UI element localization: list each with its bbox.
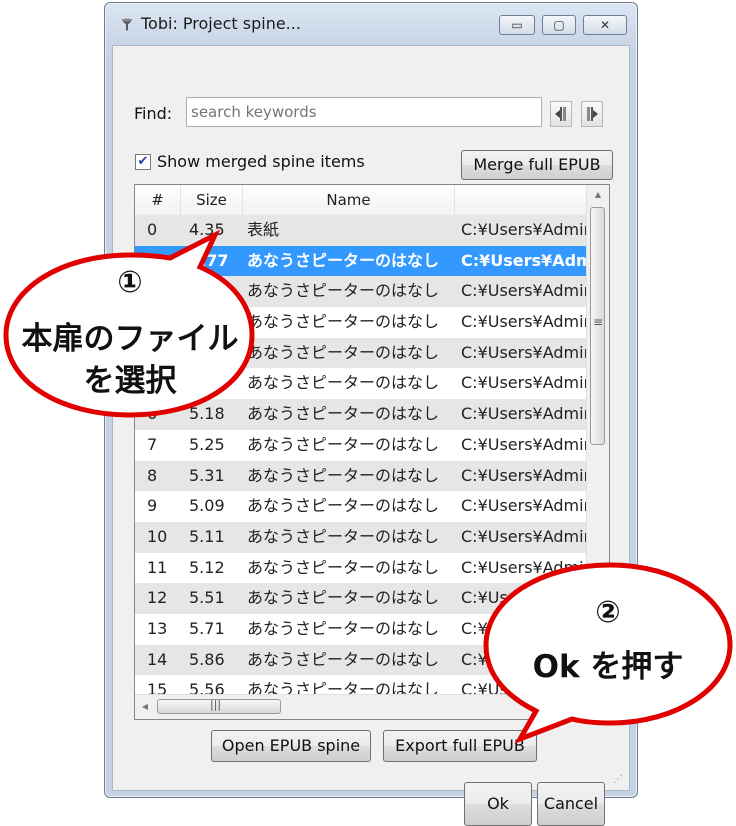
column-header-path[interactable]	[455, 185, 587, 215]
row-number: 13	[147, 618, 168, 638]
minimize-icon: ▭	[511, 18, 523, 32]
row-name: あなうさピーターのはなし	[247, 373, 440, 393]
row-number: 10	[147, 526, 168, 546]
maximize-icon: ▢	[553, 18, 565, 32]
app-icon	[122, 18, 132, 31]
step-1-line-2: を選択	[83, 363, 177, 399]
row-name: あなうさピーターのはなし	[247, 649, 440, 669]
row-name: あなうさピーターのはなし	[247, 434, 440, 454]
search-input[interactable]	[186, 97, 542, 127]
table-row[interactable]: 10 5.11 あなうさピーターのはなし C:¥Users¥Admin	[135, 521, 587, 553]
step-2-number: ②	[595, 595, 621, 630]
row-size: 5.51	[189, 588, 225, 608]
row-name: あなうさピーターのはなし	[247, 557, 440, 577]
row-path: C:¥Users¥Admin	[461, 404, 587, 424]
row-name: あなうさピーターのはなし	[247, 250, 440, 270]
row-name: あなうさピーターのはなし	[247, 618, 440, 638]
row-name: 表紙	[247, 220, 280, 239]
row-size: 5.71	[189, 618, 225, 638]
row-path: C:¥Users¥Admin	[461, 342, 587, 362]
table-row[interactable]: 8 5.31 あなうさピーターのはなし C:¥Users¥Admin	[135, 460, 587, 492]
row-size: 5.31	[189, 465, 225, 485]
row-name: あなうさピーターのはなし	[247, 281, 440, 301]
grip-icon: ≡	[593, 315, 604, 329]
scroll-left-icon[interactable]: ◀	[135, 695, 155, 719]
close-button[interactable]: ✕	[583, 15, 627, 35]
row-size: 5.86	[189, 649, 225, 669]
table-row[interactable]: 9 5.09 あなうさピーターのはなし C:¥Users¥Admin	[135, 491, 587, 522]
resize-grip-icon[interactable]: ⋰	[613, 774, 625, 786]
callout-step-2: ② Ok を押す	[480, 555, 736, 745]
ok-button[interactable]: Ok	[464, 782, 532, 826]
window-title: Tobi: Project spine...	[141, 14, 301, 33]
grip-icon: |||	[210, 698, 222, 711]
row-name: あなうさピーターのはなし	[247, 312, 440, 332]
row-number: 12	[147, 588, 168, 608]
show-merged-checkbox[interactable]: ✔	[135, 154, 151, 170]
cancel-button[interactable]: Cancel	[537, 782, 605, 826]
horizontal-scroll-thumb[interactable]: |||	[157, 698, 281, 714]
column-header-number[interactable]: #	[135, 185, 181, 215]
row-path: C:¥Users¥Admin	[461, 312, 587, 332]
row-number: 14	[147, 649, 168, 669]
row-name: あなうさピーターのはなし	[247, 465, 440, 485]
row-size: 5.11	[189, 526, 225, 546]
row-name: あなうさピーターのはなし	[247, 588, 440, 608]
row-name: あなうさピーターのはなし	[247, 404, 440, 424]
arrow-left-icon	[555, 107, 566, 121]
merge-full-epub-button[interactable]: Merge full EPUB	[461, 150, 613, 180]
row-path: C:¥Users¥Admin	[461, 465, 587, 485]
find-label: Find:	[134, 104, 173, 123]
table-header: # Size Name	[135, 185, 587, 216]
row-number: 9	[147, 496, 158, 516]
row-name: あなうさピーターのはなし	[247, 526, 440, 546]
row-size: 5.25	[189, 434, 225, 454]
checkmark-icon: ✔	[137, 154, 149, 169]
column-header-name[interactable]: Name	[243, 185, 455, 215]
close-icon: ✕	[599, 18, 611, 32]
row-path: C:¥Users¥Admin	[461, 220, 587, 239]
row-path: C:¥Users¥Admin	[461, 526, 587, 546]
row-name: あなうさピーターのはなし	[247, 496, 440, 516]
show-merged-label: Show merged spine items	[157, 152, 365, 171]
table-row[interactable]: 7 5.25 あなうさピーターのはなし C:¥Users¥Admin	[135, 429, 587, 461]
column-header-size[interactable]: Size	[181, 185, 243, 215]
row-number: 7	[147, 434, 158, 454]
minimize-button[interactable]: ▭	[499, 15, 535, 35]
row-path: C:¥Users¥Admin	[461, 434, 587, 454]
row-path: C:¥Users¥Admin	[461, 373, 587, 393]
row-path: C:¥Users¥Admin	[461, 281, 587, 301]
row-name: あなうさピーターのはなし	[247, 342, 440, 362]
row-size: 5.12	[189, 557, 225, 577]
find-next-button[interactable]	[581, 101, 603, 127]
title-bar[interactable]: Tobi: Project spine... ▭ ▢ ✕	[105, 3, 637, 45]
maximize-button[interactable]: ▢	[542, 15, 576, 35]
row-size: 5.09	[189, 496, 225, 516]
open-epub-spine-button[interactable]: Open EPUB spine	[211, 730, 371, 762]
arrow-right-icon	[587, 107, 598, 121]
row-number: 11	[147, 557, 168, 577]
find-previous-button[interactable]	[550, 101, 572, 127]
step-2-line-1: Ok を押す	[532, 649, 684, 685]
row-path: C:¥Users¥Admin	[461, 496, 587, 516]
row-path: C:¥Users¥Admin	[461, 250, 587, 270]
callout-step-1: ① 本扉のファイル を選択	[0, 225, 260, 425]
step-1-number: ①	[117, 265, 143, 300]
vertical-scroll-thumb[interactable]: ≡	[590, 207, 605, 445]
scroll-up-icon[interactable]: ▲	[587, 185, 609, 205]
step-1-line-1: 本扉のファイル	[21, 321, 239, 357]
row-number: 8	[147, 465, 158, 485]
